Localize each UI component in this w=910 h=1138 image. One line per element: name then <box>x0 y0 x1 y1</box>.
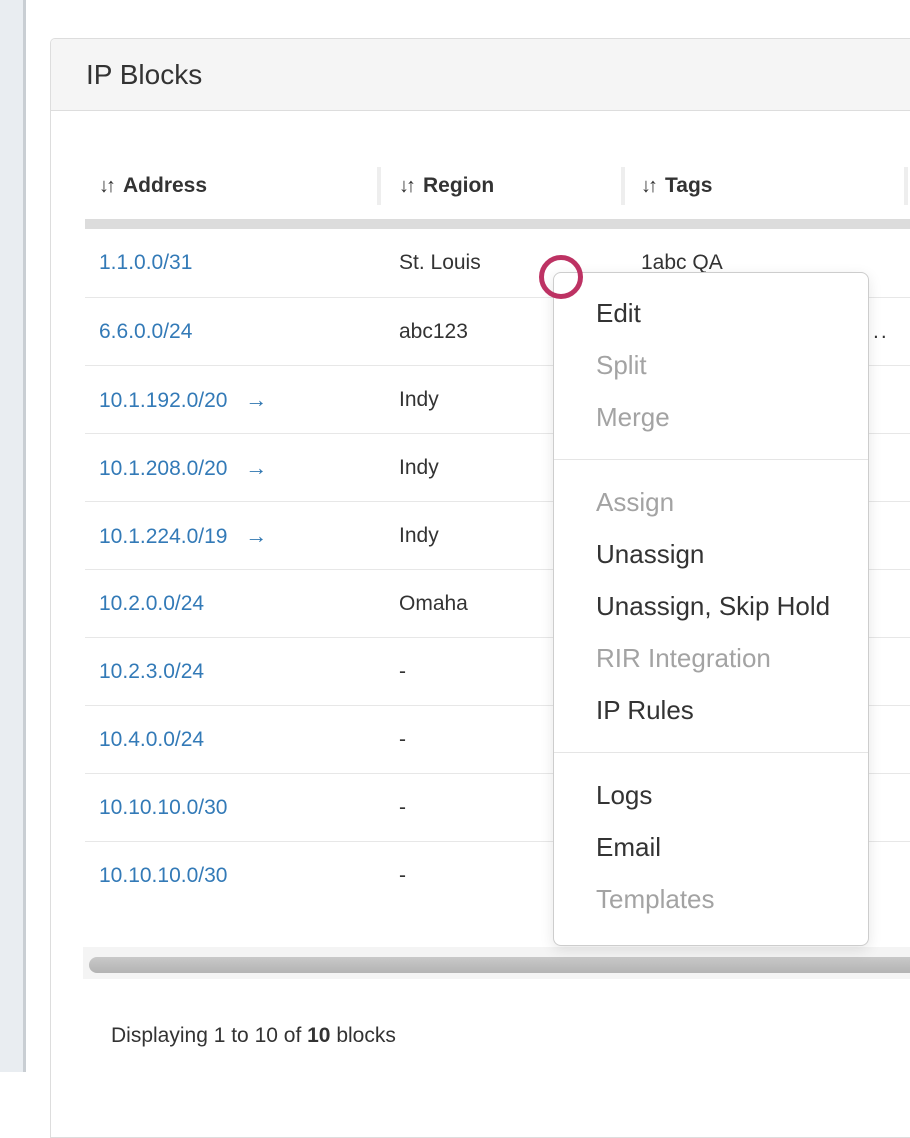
menu-divider <box>554 459 868 460</box>
column-label-region: Region <box>423 174 494 198</box>
ip-block-link[interactable]: 6.6.0.0/24 <box>99 320 192 343</box>
address-cell: 10.1.192.0/20 → <box>85 387 377 413</box>
ip-block-link[interactable]: 1.1.0.0/31 <box>99 251 192 274</box>
menu-item-unassign-skip-hold[interactable]: Unassign, Skip Hold <box>554 580 868 632</box>
menu-item-edit[interactable]: Edit <box>554 287 868 339</box>
ip-block-link[interactable]: 10.4.0.0/24 <box>99 728 204 751</box>
ip-block-link[interactable]: 10.1.192.0/20 <box>99 389 227 412</box>
column-header-tags[interactable]: ↓↑ Tags <box>621 166 904 206</box>
address-cell: 1.1.0.0/31 <box>85 251 377 275</box>
panel-header: IP Blocks <box>51 39 910 111</box>
menu-item-email[interactable]: Email <box>554 821 868 873</box>
arrow-right-icon: → <box>245 455 267 480</box>
pagination-count: 10 <box>307 1024 330 1047</box>
menu-item-merge: Merge <box>554 391 868 443</box>
pagination-prefix: Displaying 1 to 10 of <box>111 1024 307 1047</box>
left-gutter <box>0 0 26 1072</box>
pagination-suffix: blocks <box>330 1024 395 1047</box>
address-cell: 10.10.10.0/30 <box>85 796 377 820</box>
sort-icon: ↓↑ <box>399 175 413 198</box>
column-header-spacer <box>904 166 910 206</box>
column-label-tags: Tags <box>665 174 712 198</box>
horizontal-scrollbar-track <box>83 947 910 979</box>
ip-block-link[interactable]: 10.2.3.0/24 <box>99 660 204 683</box>
address-cell: 10.2.0.0/24 <box>85 592 377 616</box>
menu-item-logs[interactable]: Logs <box>554 769 868 821</box>
horizontal-scrollbar-thumb[interactable] <box>89 957 910 973</box>
menu-divider <box>554 752 868 753</box>
menu-item-split: Split <box>554 339 868 391</box>
address-cell: 10.1.208.0/20 → <box>85 455 377 481</box>
sort-icon: ↓↑ <box>641 175 655 198</box>
menu-item-assign: Assign <box>554 476 868 528</box>
column-header-address[interactable]: ↓↑ Address <box>85 166 377 206</box>
ip-block-link[interactable]: 10.1.208.0/20 <box>99 457 227 480</box>
arrow-right-icon: → <box>245 523 267 548</box>
menu-item-rir-integration: RIR Integration <box>554 632 868 684</box>
address-cell: 10.10.10.0/30 <box>85 864 377 888</box>
ip-block-link[interactable]: 10.10.10.0/30 <box>99 796 227 819</box>
column-label-address: Address <box>123 174 207 198</box>
context-menu: EditSplitMerge AssignUnassignUnassign, Sk… <box>553 272 869 946</box>
table-top-scrollbar[interactable] <box>85 219 910 229</box>
menu-item-ip-rules[interactable]: IP Rules <box>554 684 868 736</box>
arrow-right-icon: → <box>245 387 267 412</box>
menu-item-unassign[interactable]: Unassign <box>554 528 868 580</box>
menu-item-templates: Templates <box>554 873 868 925</box>
address-cell: 6.6.0.0/24 <box>85 320 377 344</box>
address-cell: 10.1.224.0/19 → <box>85 523 377 549</box>
panel-title: IP Blocks <box>86 59 202 91</box>
sort-icon: ↓↑ <box>99 175 113 198</box>
pagination-status: Displaying 1 to 10 of 10 blocks <box>111 1024 910 1048</box>
ip-block-link[interactable]: 10.10.10.0/30 <box>99 864 227 887</box>
address-cell: 10.4.0.0/24 <box>85 728 377 752</box>
ip-block-link[interactable]: 10.2.0.0/24 <box>99 592 204 615</box>
address-cell: 10.2.3.0/24 <box>85 660 377 684</box>
ip-block-link[interactable]: 10.1.224.0/19 <box>99 525 227 548</box>
table-header-row: ↓↑ Address ↓↑ Region ↓↑ Tags <box>85 166 910 206</box>
column-header-region[interactable]: ↓↑ Region <box>377 166 621 206</box>
